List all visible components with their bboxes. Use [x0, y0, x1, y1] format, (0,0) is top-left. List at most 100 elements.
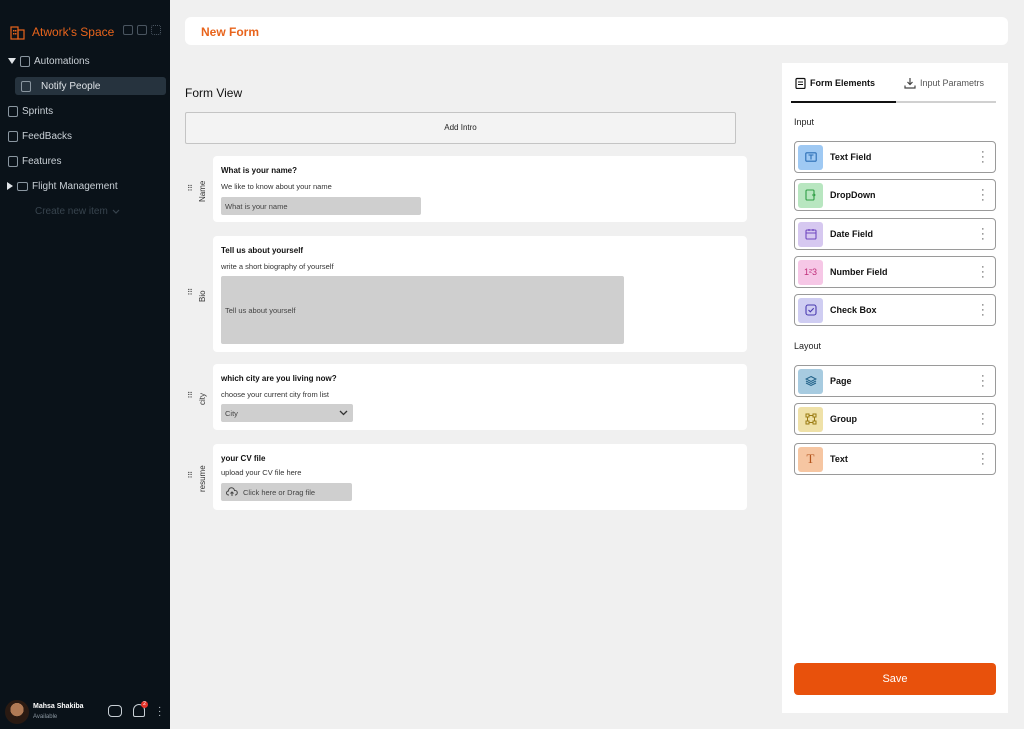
- question-card[interactable]: What is your name? We like to know about…: [213, 156, 747, 222]
- download-icon: [904, 78, 916, 89]
- form-view-title: Form View: [185, 86, 243, 100]
- folder-icon[interactable]: [137, 25, 147, 35]
- question-card[interactable]: Tell us about yourself write a short bio…: [213, 236, 747, 352]
- question-label: which city are you living now?: [221, 374, 337, 383]
- element-check-box[interactable]: Check Box · · ·: [794, 294, 996, 326]
- sidebar-item-notify-people[interactable]: Notify People: [15, 77, 166, 95]
- element-page[interactable]: Page · · ·: [794, 365, 996, 397]
- sidebar-item-label: Notify People: [41, 80, 101, 92]
- cv-upload-label: Click here or Drag file: [243, 487, 316, 497]
- cv-upload-button[interactable]: Click here or Drag file: [221, 483, 352, 501]
- question-help: choose your current city from list: [221, 390, 329, 399]
- bio-textarea[interactable]: Tell us about yourself: [221, 276, 624, 344]
- question-card[interactable]: your CV file upload your CV file here Cl…: [213, 444, 747, 510]
- question-help: upload your CV file here: [221, 468, 302, 477]
- caret-right-icon: [7, 182, 13, 190]
- more-vertical-icon[interactable]: · · ·: [981, 300, 985, 321]
- active-tab-indicator: [791, 101, 896, 103]
- avatar[interactable]: [5, 700, 29, 724]
- more-vertical-icon[interactable]: · · ·: [981, 371, 985, 392]
- element-label: Text: [830, 454, 848, 464]
- drag-handle-icon[interactable]: ⠿: [187, 289, 193, 297]
- city-select-value: City: [225, 408, 238, 418]
- element-text[interactable]: T Text · · ·: [794, 443, 996, 475]
- sidebar-item-feedbacks[interactable]: FeedBacks: [0, 126, 170, 146]
- clipboard-icon: [795, 77, 806, 89]
- create-new-item[interactable]: Create new item: [35, 206, 120, 217]
- input-section-label: Input: [794, 117, 815, 127]
- more-vertical-icon[interactable]: · · ·: [981, 185, 985, 206]
- tab-form-elements[interactable]: Form Elements: [795, 77, 875, 89]
- sidebar-item-label: Automations: [34, 55, 90, 67]
- checkbox-icon: [798, 297, 823, 323]
- city-select[interactable]: City: [221, 404, 353, 422]
- user-name: Mahsa Shakiba: [33, 703, 84, 710]
- sidebar-item-sprints[interactable]: Sprints: [0, 101, 170, 121]
- cloud-upload-icon: [226, 487, 238, 496]
- workspace-name: Atwork's Space: [32, 25, 115, 39]
- upload-icon[interactable]: [123, 25, 133, 35]
- user-status: Available: [33, 714, 58, 720]
- more-vertical-icon[interactable]: · · ·: [981, 147, 985, 168]
- question-label: your CV file: [221, 454, 266, 463]
- tab-input-parameters[interactable]: Input Parametrs: [904, 77, 984, 89]
- element-label: Group: [830, 414, 857, 424]
- question-help: We like to know about your name: [221, 182, 332, 191]
- list-icon: [8, 130, 18, 142]
- element-number-field[interactable]: 1²3 Number Field · · ·: [794, 256, 996, 288]
- tab-label: Form Elements: [810, 78, 876, 88]
- name-input[interactable]: What is your name: [221, 197, 421, 215]
- page-title: New Form: [201, 25, 260, 39]
- question-label: What is your name?: [221, 166, 298, 175]
- chevron-down-icon: [339, 410, 348, 416]
- text-field-icon: [798, 144, 823, 170]
- create-new-item-label: Create new item: [35, 206, 108, 217]
- element-dropdown[interactable]: DropDown · · ·: [794, 179, 996, 211]
- drag-handle-icon[interactable]: ⠿: [187, 472, 193, 480]
- elements-panel: Form Elements Input Parametrs Input Text…: [782, 63, 1008, 713]
- user-bar: Mahsa Shakiba Available 2 · · ·: [0, 695, 170, 729]
- drag-handle-icon[interactable]: ⠿: [187, 185, 193, 193]
- sidebar-item-features[interactable]: Features: [0, 151, 170, 171]
- chat-icon[interactable]: [108, 705, 122, 717]
- layout-section-label: Layout: [794, 341, 822, 351]
- more-vertical-icon[interactable]: · · ·: [158, 703, 161, 721]
- automation-icon: [20, 55, 30, 67]
- page-header: New Form: [185, 17, 1008, 45]
- more-vertical-icon[interactable]: · · ·: [981, 409, 985, 430]
- element-group[interactable]: Group · · ·: [794, 403, 996, 435]
- form-icon: [21, 80, 31, 92]
- add-intro-button[interactable]: Add Intro: [185, 112, 736, 144]
- element-date-field[interactable]: Date Field · · ·: [794, 218, 996, 250]
- list-icon: [8, 155, 18, 167]
- sidebar-item-label: Features: [22, 155, 62, 167]
- number-icon: 1²3: [798, 259, 823, 285]
- more-vertical-icon[interactable]: · · ·: [981, 449, 985, 470]
- sidebar-item-label: FeedBacks: [22, 130, 73, 142]
- text-icon: T: [798, 446, 823, 472]
- save-button[interactable]: Save: [794, 663, 996, 695]
- element-label: Text Field: [830, 152, 872, 162]
- list-icon: [8, 105, 18, 117]
- question-help: write a short biography of yourself: [221, 262, 334, 271]
- caret-down-icon: [8, 58, 16, 64]
- page-layers-icon: [798, 368, 823, 394]
- more-vertical-icon[interactable]: · · ·: [981, 224, 985, 245]
- element-text-field[interactable]: Text Field · · ·: [794, 141, 996, 173]
- sidebar-item-flight-management[interactable]: Flight Management: [0, 176, 170, 196]
- element-label: Check Box: [830, 305, 877, 315]
- question-key: Bio: [198, 290, 207, 302]
- folder-icon: [17, 181, 28, 191]
- sidebar-item-automations[interactable]: Automations: [0, 51, 170, 71]
- drag-handle-icon[interactable]: ⠿: [187, 392, 193, 400]
- sidebar-item-label: Sprints: [22, 105, 54, 117]
- tab-label: Input Parametrs: [920, 78, 985, 88]
- workspace-brand[interactable]: Atwork's Space: [10, 22, 114, 42]
- group-icon: [798, 406, 823, 432]
- question-key: Name: [198, 180, 207, 202]
- calendar-icon: [798, 221, 823, 247]
- element-label: Date Field: [830, 229, 874, 239]
- more-vertical-icon[interactable]: · · ·: [981, 262, 985, 283]
- grid-icon[interactable]: [151, 25, 161, 35]
- question-card[interactable]: which city are you living now? choose yo…: [213, 364, 747, 430]
